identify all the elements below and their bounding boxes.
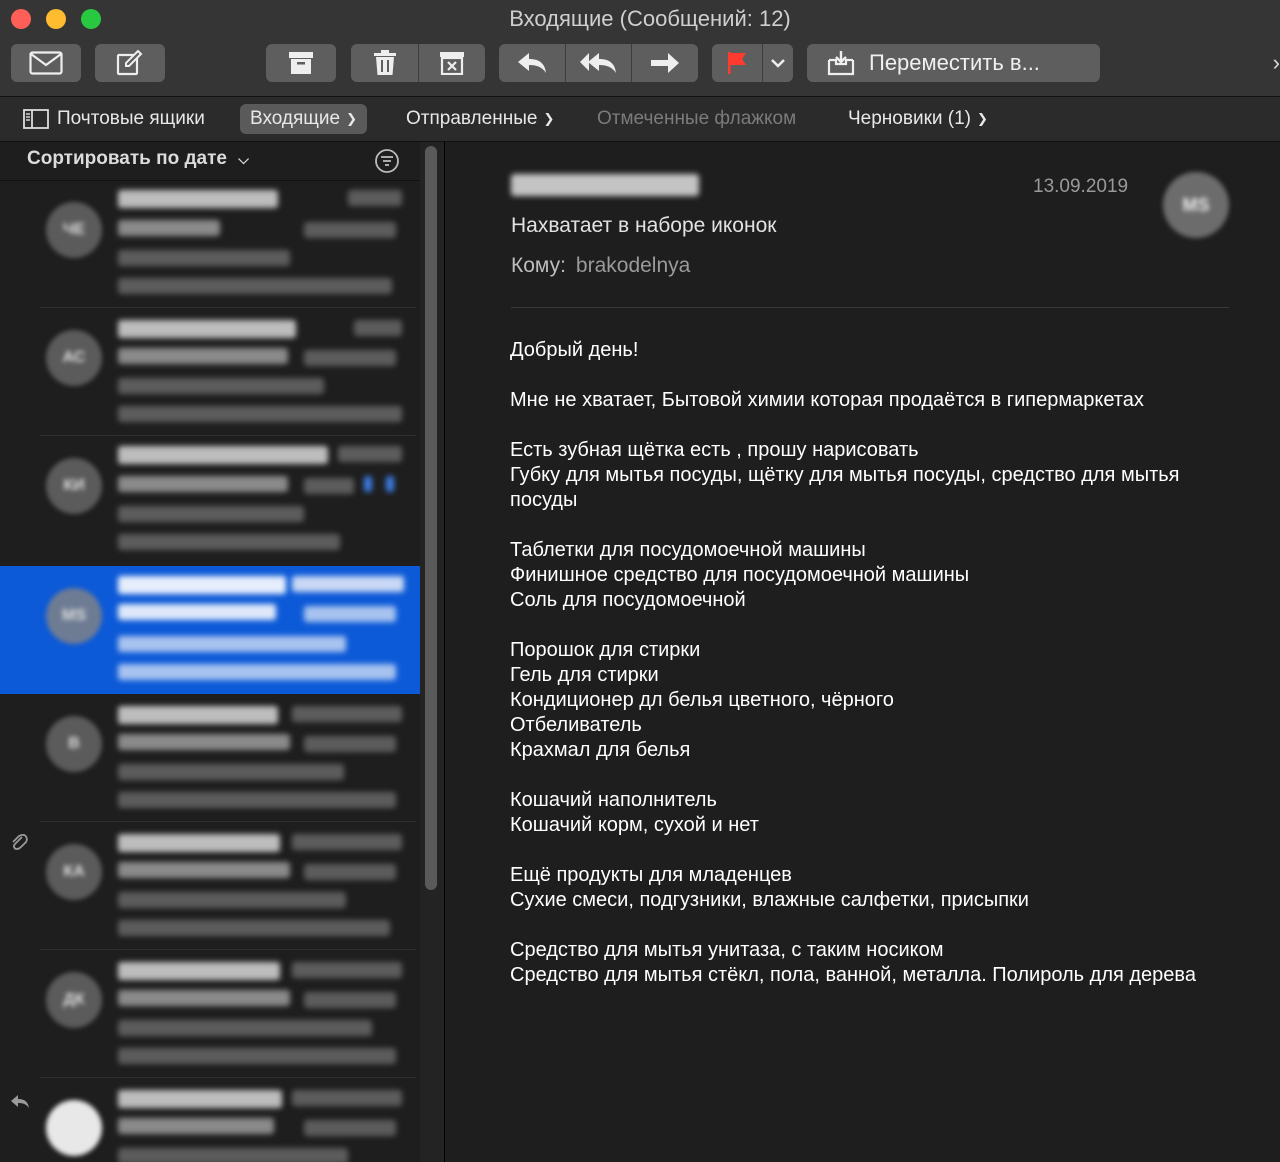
toolbar-divider xyxy=(418,44,419,82)
toolbar-divider xyxy=(762,44,763,82)
message-row[interactable]: КА xyxy=(0,822,420,950)
body-paragraph: Кошачий наполнитель Кошачий корм, сухой и… xyxy=(510,789,759,836)
chevron-down-icon: ❯ xyxy=(977,111,988,126)
flag-button[interactable] xyxy=(712,51,762,75)
avatar xyxy=(46,1100,102,1156)
favorite-drafts[interactable]: Черновики (1) ❯ xyxy=(848,104,988,134)
archive-box-icon xyxy=(289,52,313,74)
favorites-bar: Почтовые ящики Входящие ❯ Отправленные ❯… xyxy=(0,97,1280,142)
paperclip-icon xyxy=(12,833,28,850)
reply-all-icon xyxy=(580,53,616,73)
message-row[interactable]: ЧЕ xyxy=(0,180,420,308)
message-row[interactable]: АС xyxy=(0,308,420,436)
get-mail-button[interactable] xyxy=(11,44,81,82)
message-row[interactable]: ДК xyxy=(0,950,420,1078)
replied-arrow-icon xyxy=(11,1095,29,1108)
drafts-label: Черновики (1) xyxy=(848,108,971,129)
red-flag-icon xyxy=(728,52,746,74)
body-paragraph: Есть зубная щётка есть , прошу нарисоват… xyxy=(510,439,1180,511)
forward-arrow-icon xyxy=(650,53,679,73)
chevron-down-icon: ⌵ xyxy=(238,151,249,167)
chevron-down-icon xyxy=(770,59,785,68)
avatar: КА xyxy=(46,844,102,900)
toolbar-divider xyxy=(631,44,632,82)
scrollbar-thumb[interactable] xyxy=(425,146,437,890)
inbox-label: Входящие xyxy=(250,108,341,129)
trash-icon xyxy=(373,50,396,75)
sent-label: Отправленные xyxy=(406,108,538,129)
forward-button[interactable] xyxy=(631,52,698,74)
message-row[interactable] xyxy=(0,1078,420,1162)
archive-button[interactable] xyxy=(266,44,336,82)
junk-button[interactable] xyxy=(418,51,485,75)
message-date: 13.09.2019 xyxy=(1033,176,1129,197)
move-tray-icon xyxy=(827,51,855,76)
toolbar-divider xyxy=(565,44,566,82)
avatar: КИ xyxy=(46,458,102,514)
header-divider xyxy=(511,307,1229,308)
message-viewer: 13.09.2019 MS Нахватает в наборе иконок … xyxy=(445,142,1280,1162)
reply-group xyxy=(499,44,698,82)
avatar: АС xyxy=(46,330,102,386)
sender-name-blurred xyxy=(511,174,699,196)
body-paragraph: Таблетки для посудомоечной машины Финишно… xyxy=(510,539,970,611)
avatar: В xyxy=(46,716,102,772)
sender-avatar: MS xyxy=(1163,172,1229,238)
window-title: Входящие (Сообщений: 12) xyxy=(509,6,791,31)
favorite-inbox[interactable]: Входящие ❯ xyxy=(240,104,367,134)
flag-menu-button[interactable] xyxy=(762,58,793,68)
compose-icon xyxy=(116,50,143,76)
avatar: ДК xyxy=(46,972,102,1028)
message-row[interactable]: КИ xyxy=(0,436,420,566)
to-label: Кому: xyxy=(511,254,566,277)
body-paragraph: Порошок для стирки Гель для стирки Кондици… xyxy=(510,639,894,761)
message-list: Сортировать по дате ⌵ ЧЕ АС КИ MS В КА Д… xyxy=(0,142,445,1162)
sidebar-icon xyxy=(23,109,49,129)
envelope-icon xyxy=(29,51,63,75)
move-to-label: Переместить в... xyxy=(869,50,1040,75)
sort-by-date-button[interactable]: Сортировать по дате ⌵ xyxy=(27,148,249,170)
favorite-flagged[interactable]: Отмеченные флажком xyxy=(597,104,796,134)
message-list-scrollbar[interactable] xyxy=(420,142,444,1162)
junk-icon xyxy=(439,52,464,75)
avatar: ЧЕ xyxy=(46,202,102,258)
mailboxes-label: Почтовые ящики xyxy=(57,108,205,129)
reply-all-button[interactable] xyxy=(565,52,631,74)
filter-icon[interactable] xyxy=(374,148,400,174)
message-subject: Нахватает в наборе иконок xyxy=(511,214,777,237)
body-paragraph: Ещё продукты для младенцев Сухие смеси, п… xyxy=(510,864,1029,911)
message-body: Добрый день! Мне не хватает, Бытовой хим… xyxy=(510,338,1230,1013)
body-paragraph: Мне не хватает, Бытовой химии которая пр… xyxy=(510,389,1144,411)
recipient-value[interactable]: brakodelnya xyxy=(576,254,690,277)
reply-arrow-icon xyxy=(518,53,546,73)
chevron-down-icon: ❯ xyxy=(346,111,357,126)
avatar: MS xyxy=(46,588,102,644)
reply-button[interactable] xyxy=(499,52,565,74)
message-row[interactable]: В xyxy=(0,694,420,822)
delete-button[interactable] xyxy=(351,50,418,76)
body-paragraph: Добрый день! xyxy=(510,339,639,361)
sort-label: Сортировать по дате xyxy=(27,148,228,169)
window-toolbar: Входящие (Сообщений: 12) Переместить в..… xyxy=(0,0,1280,97)
mailboxes-toggle[interactable]: Почтовые ящики xyxy=(23,104,205,134)
favorite-sent[interactable]: Отправленные ❯ xyxy=(406,104,554,134)
message-row-selected[interactable]: MS xyxy=(0,566,420,694)
compose-button[interactable] xyxy=(95,44,165,82)
flagged-label: Отмеченные флажком xyxy=(597,108,797,129)
flag-group xyxy=(712,44,793,82)
chevron-down-icon: ❯ xyxy=(543,111,555,126)
sort-bar: Сортировать по дате ⌵ xyxy=(0,142,420,181)
toolbar-overflow-icon[interactable]: › xyxy=(1273,50,1280,76)
recipient-line: Кому: brakodelnya xyxy=(511,254,690,278)
move-to-button[interactable]: Переместить в... xyxy=(807,44,1100,82)
body-paragraph: Средство для мытья унитаза, с таким носи… xyxy=(510,939,1196,986)
